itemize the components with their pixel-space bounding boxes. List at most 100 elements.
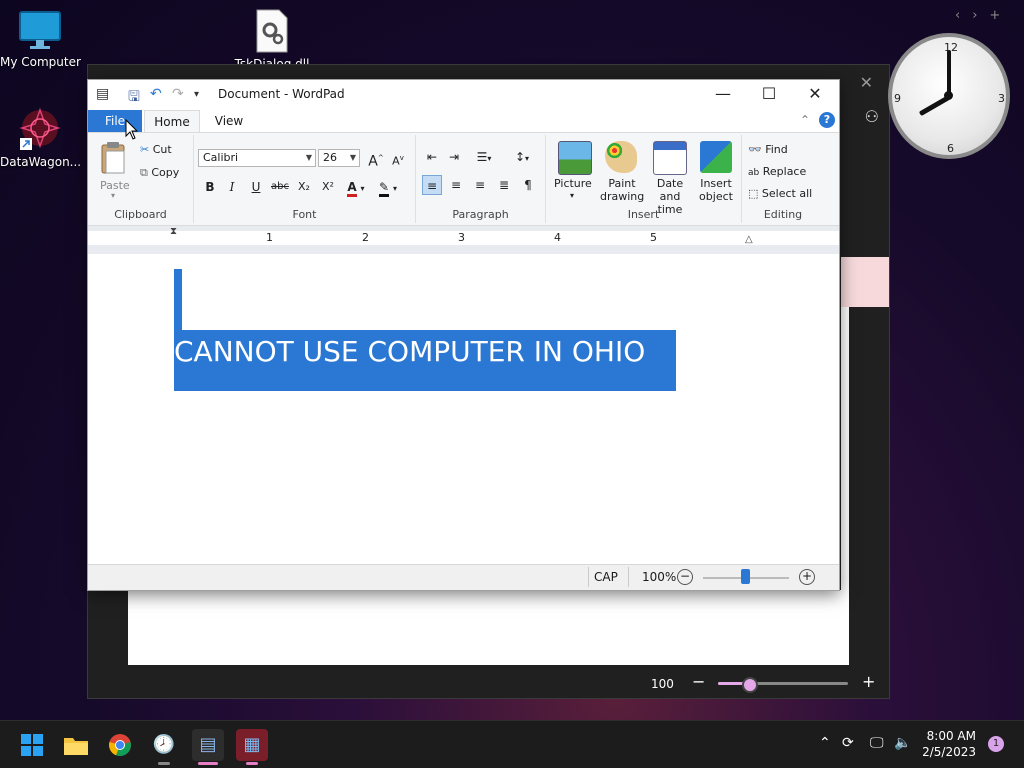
show-hidden-icons[interactable]: ⌃ (819, 735, 831, 751)
desktop-icon-datawagon[interactable]: DataWagon... (0, 106, 81, 169)
wordpad-window[interactable]: ▤ 🖫 ↶ ↷ ▾ Document - WordPad — ☐ ✕ File … (87, 79, 840, 591)
volume-icon[interactable]: 🔈 (894, 735, 911, 751)
ruler[interactable]: ⧗ △ 1 2 3 4 5 (88, 226, 839, 254)
paragraph-settings-button[interactable]: ¶ (518, 175, 538, 195)
align-center-button[interactable]: ≡ (446, 175, 466, 195)
zoom-slider-track[interactable] (718, 682, 848, 685)
selected-text[interactable]: CANNOT USE COMPUTER IN OHIO (174, 330, 676, 391)
left-indent-marker[interactable]: ⧗ (170, 226, 177, 237)
taskbar-chrome[interactable] (104, 729, 136, 761)
cut-button[interactable]: ✂ Cut (140, 143, 172, 156)
shrink-font-button[interactable]: Av (388, 148, 408, 168)
zoom-in-button[interactable]: + (799, 569, 815, 585)
window-title: Document - WordPad (218, 87, 345, 101)
picture-button[interactable]: Picture ▾ (552, 139, 596, 205)
font-color-button[interactable]: A ▾ (342, 177, 370, 197)
increase-indent-button[interactable]: ⇥ (444, 147, 464, 167)
zoom-out-button[interactable]: − (692, 672, 705, 691)
sync-icon[interactable]: ⟳ (842, 735, 854, 751)
insert-object-icon (700, 141, 732, 173)
strikethrough-button[interactable]: abc (270, 177, 290, 197)
zoom-out-button[interactable]: − (677, 569, 693, 585)
paint-drawing-label: Paint drawing (600, 177, 645, 203)
taskbar-file-explorer[interactable] (60, 729, 92, 761)
taskbar-clock-app[interactable]: 🕗 (148, 729, 180, 765)
grow-font-button[interactable]: A^ (366, 148, 386, 170)
clock-numeral-3: 3 (998, 92, 1005, 105)
bold-button[interactable]: B (200, 177, 220, 197)
italic-button[interactable]: I (222, 177, 242, 197)
bullets-button[interactable]: ☰▾ (470, 147, 498, 167)
select-all-button[interactable]: ⬚ Select all (748, 187, 812, 200)
nav-prev-icon[interactable]: ‹ (955, 8, 972, 23)
clipboard-group-label: Clipboard (114, 208, 167, 221)
wordpad-app-icon[interactable]: ▤ (96, 86, 109, 102)
tab-home[interactable]: Home (144, 110, 200, 132)
help-icon[interactable]: ? (819, 112, 835, 128)
save-icon[interactable]: 🖫 (128, 86, 140, 110)
redo-icon[interactable]: ↷ (172, 86, 184, 102)
font-color-icon: A (347, 180, 357, 197)
undo-icon[interactable]: ↶ (150, 86, 162, 102)
replace-button[interactable]: ab Replace (748, 165, 806, 178)
zoom-slider-thumb[interactable] (741, 569, 750, 584)
insert-object-button[interactable]: Insert object (694, 139, 738, 205)
superscript-button[interactable]: X² (318, 177, 338, 197)
paragraph-group-label: Paragraph (452, 208, 509, 221)
document-editor[interactable]: CANNOT USE COMPUTER IN OHIO (88, 254, 839, 564)
people-icon[interactable]: ⚇ (865, 107, 879, 126)
highlight-button[interactable]: ✎ ▾ (374, 177, 402, 197)
tab-view[interactable]: View (204, 110, 254, 132)
paste-dropdown-icon[interactable]: ▾ (111, 191, 115, 200)
nav-add-icon[interactable]: + (989, 8, 1012, 23)
customize-quick-access-icon[interactable]: ▾ (194, 89, 199, 100)
copy-button[interactable]: ⧉ Copy (140, 166, 179, 180)
maximize-button[interactable]: ☐ (746, 84, 792, 106)
right-indent-marker[interactable]: △ (745, 234, 753, 245)
close-button[interactable]: ✕ (792, 84, 838, 106)
align-right-button[interactable]: ≡ (470, 175, 490, 195)
paint-drawing-button[interactable]: Paint drawing (598, 139, 644, 205)
subscript-button[interactable]: X₂ (294, 177, 314, 197)
select-all-icon: ⬚ (748, 187, 759, 200)
font-family-select[interactable]: Calibri ▼ (198, 149, 316, 167)
notification-badge[interactable]: 1 (988, 736, 1004, 752)
underline-button[interactable]: U (246, 177, 266, 197)
desktop-icon-my-computer[interactable]: My Computer (0, 10, 81, 69)
close-icon[interactable]: ✕ (860, 73, 873, 92)
wordpad-icon: ▤ (199, 734, 217, 755)
line-spacing-button[interactable]: ↕▾ (508, 147, 536, 167)
folder-icon (64, 738, 88, 755)
paste-icon (101, 142, 125, 174)
date-time-button[interactable]: Date and time (646, 139, 692, 216)
zoom-bar: 100 − + (88, 668, 889, 698)
select-all-label: Select all (761, 187, 813, 200)
title-bar[interactable]: ▤ 🖫 ↶ ↷ ▾ Document - WordPad — ☐ ✕ (88, 80, 839, 110)
minimize-button[interactable]: — (700, 84, 746, 106)
collapse-ribbon-icon[interactable]: ⌃ (800, 113, 810, 127)
highlighter-icon: ✎ (379, 180, 390, 197)
taskbar-notepad[interactable]: ▦ (236, 729, 268, 765)
mouse-pointer-icon (125, 119, 139, 140)
status-divider (588, 567, 589, 587)
taskbar-clock[interactable]: 8:00 AM 2/5/2023 (922, 728, 976, 760)
taskbar-date: 2/5/2023 (922, 745, 976, 759)
paste-button[interactable]: Paste ▾ (94, 137, 134, 200)
caps-lock-indicator: CAP (594, 570, 618, 584)
justify-button[interactable]: ≣ (494, 175, 514, 195)
zoom-slider-thumb[interactable] (742, 677, 758, 693)
nav-next-icon[interactable]: › (972, 8, 989, 23)
desktop-icon-tskdialog[interactable]: TskDialog.dll (232, 8, 312, 65)
start-button[interactable] (16, 729, 48, 761)
align-left-button[interactable]: ≡ (422, 175, 442, 195)
taskbar-wordpad[interactable]: ▤ (192, 729, 224, 765)
zoom-in-button[interactable]: + (862, 672, 875, 691)
font-family-value: Calibri (203, 151, 239, 164)
network-icon[interactable]: 🖵 (870, 735, 884, 751)
running-indicator (158, 762, 170, 765)
insert-group: Picture ▾ Paint drawing Date and time In… (546, 135, 742, 223)
find-button[interactable]: 👓 Find (748, 143, 788, 156)
clock-minute-hand (947, 50, 951, 96)
font-size-select[interactable]: 26 ▼ (318, 149, 360, 167)
decrease-indent-button[interactable]: ⇤ (422, 147, 442, 167)
